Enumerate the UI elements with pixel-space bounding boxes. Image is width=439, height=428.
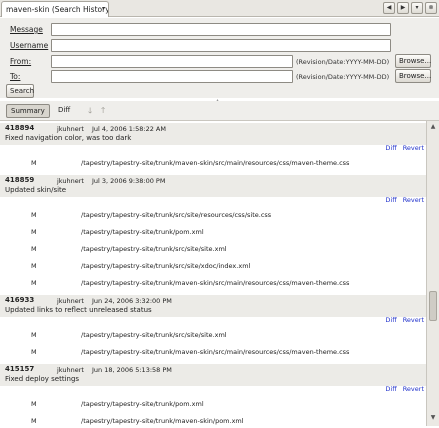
file-action: M — [31, 211, 37, 219]
entry-header[interactable]: 418859 jkuhnert Jul 3, 2006 9:38:00 PM Upda… — [0, 175, 426, 197]
file-path: /tapestry/tapestry-site/trunk/pom.xml — [81, 400, 204, 408]
author: jkuhnert — [57, 297, 84, 305]
file-action: M — [31, 279, 37, 287]
diff-link[interactable]: Diff — [385, 144, 396, 152]
scroll-up-icon[interactable]: ▲ — [428, 123, 438, 133]
file-action: M — [31, 400, 37, 408]
entry-links: Diff Revert — [379, 144, 424, 152]
search-button[interactable]: Search — [6, 84, 34, 98]
file-path: /tapestry/tapestry-site/trunk/src/site/x… — [81, 262, 251, 270]
arrow-up-icon[interactable]: 🡑 — [101, 105, 105, 119]
commit-date: Jun 24, 2006 3:32:00 PM — [92, 297, 172, 305]
revert-link[interactable]: Revert — [403, 316, 424, 324]
file-path: /tapestry/tapestry-site/trunk/src/site/r… — [81, 211, 272, 219]
entry-header[interactable]: 418894 jkuhnert Jul 4, 2006 1:58:22 AM Fixe… — [0, 123, 426, 145]
chevron-down-icon[interactable]: ▾ — [102, 5, 105, 12]
summary-toggle[interactable]: Summary — [6, 104, 50, 118]
file-action: M — [31, 331, 37, 339]
diff-toggle[interactable]: Diff — [54, 104, 74, 118]
file-row[interactable]: M/tapestry/tapestry-site/trunk/maven-ski… — [0, 155, 426, 172]
revert-link[interactable]: Revert — [403, 144, 424, 152]
file-row[interactable]: M/tapestry/tapestry-site/trunk/src/site/… — [0, 241, 426, 258]
message-label: Message — [10, 25, 43, 34]
author: jkuhnert — [57, 177, 84, 185]
file-action: M — [31, 417, 37, 425]
entry-header[interactable]: 416933 jkuhnert Jun 24, 2006 3:32:00 PM Upd… — [0, 295, 426, 317]
revision-number: 418859 — [5, 176, 35, 184]
vertical-scrollbar[interactable]: ▲ ▼ — [426, 121, 439, 426]
file-path: /tapestry/tapestry-site/trunk/maven-skin… — [81, 279, 350, 287]
file-action: M — [31, 262, 37, 270]
tab-bar: maven-skin (Search History) ▾ ◀ ▶ ▾ ⊗ — [0, 0, 439, 17]
file-action: M — [31, 228, 37, 236]
file-row[interactable]: M/tapestry/tapestry-site/trunk/pom.xml — [0, 224, 426, 241]
file-path: /tapestry/tapestry-site/trunk/src/site/s… — [81, 331, 227, 339]
message-input[interactable] — [51, 23, 391, 36]
file-row[interactable]: M/tapestry/tapestry-site/trunk/src/site/… — [0, 327, 426, 344]
author: jkuhnert — [57, 366, 84, 374]
commit-message: Updated skin/site — [5, 186, 67, 194]
file-action: M — [31, 245, 37, 253]
diff-link[interactable]: Diff — [385, 385, 396, 393]
to-hint: (Revision/Date:YYYY-MM-DD) — [296, 73, 390, 81]
commit-message: Fixed deploy settings — [5, 375, 80, 383]
from-label: From: — [10, 57, 32, 66]
file-path: /tapestry/tapestry-site/trunk/pom.xml — [81, 228, 204, 236]
file-row[interactable]: M/tapestry/tapestry-site/trunk/maven-ski… — [0, 275, 426, 292]
file-row[interactable]: M/tapestry/tapestry-site/trunk/maven-ski… — [0, 344, 426, 361]
file-action: M — [31, 159, 37, 167]
to-input[interactable] — [51, 70, 293, 83]
tab-search-history[interactable]: maven-skin (Search History) ▾ — [1, 1, 109, 17]
file-path: /tapestry/tapestry-site/trunk/maven-skin… — [81, 159, 350, 167]
menu-icon[interactable]: ▾ — [411, 2, 423, 14]
entry-links: Diff Revert — [379, 316, 424, 324]
commit-date: Jul 4, 2006 1:58:22 AM — [92, 125, 166, 133]
commit-date: Jul 3, 2006 9:38:00 PM — [92, 177, 166, 185]
revision-number: 415157 — [5, 365, 35, 373]
arrow-down-icon[interactable]: 🡓 — [88, 105, 92, 119]
file-path: /tapestry/tapestry-site/trunk/maven-skin… — [81, 348, 350, 356]
username-label: Username — [10, 41, 49, 50]
history-list: 418894 jkuhnert Jul 4, 2006 1:58:22 AM Fixe… — [0, 121, 426, 426]
commit-date: Jun 18, 2006 5:13:58 PM — [92, 366, 172, 374]
file-row[interactable]: M/tapestry/tapestry-site/trunk/src/site/… — [0, 207, 426, 224]
from-input[interactable] — [51, 55, 293, 68]
results-toolbar: Summary Diff 🡓 🡑 — [0, 101, 439, 121]
from-browse-button[interactable]: Browse... — [395, 54, 431, 68]
close-icon[interactable]: ⊗ — [425, 2, 437, 14]
tab-title: maven-skin (Search History) — [6, 5, 109, 14]
commit-message: Fixed navigation color, was too dark — [5, 134, 132, 142]
diff-link[interactable]: Diff — [385, 316, 396, 324]
search-form: Message Username From: (Revision/Date:YY… — [0, 18, 439, 98]
author: jkuhnert — [57, 125, 84, 133]
revert-link[interactable]: Revert — [403, 385, 424, 393]
file-path: /tapestry/tapestry-site/trunk/maven-skin… — [81, 417, 244, 425]
entry-links: Diff Revert — [379, 385, 424, 393]
scroll-down-icon[interactable]: ▼ — [428, 414, 438, 424]
file-row[interactable]: M/tapestry/tapestry-site/trunk/src/site/… — [0, 258, 426, 275]
forward-icon[interactable]: ▶ — [397, 2, 409, 14]
diff-link[interactable]: Diff — [385, 196, 396, 204]
entry-links: Diff Revert — [379, 196, 424, 204]
to-label: To: — [10, 72, 21, 81]
from-hint: (Revision/Date:YYYY-MM-DD) — [296, 58, 390, 66]
tab-controls: ◀ ▶ ▾ ⊗ — [383, 2, 437, 14]
file-path: /tapestry/tapestry-site/trunk/src/site/s… — [81, 245, 227, 253]
entry-header[interactable]: 415157 jkuhnert Jun 18, 2006 5:13:58 PM Fix… — [0, 364, 426, 386]
file-row[interactable]: M/tapestry/tapestry-site/trunk/pom.xml — [0, 396, 426, 413]
revision-number: 416933 — [5, 296, 35, 304]
back-icon[interactable]: ◀ — [383, 2, 395, 14]
to-browse-button[interactable]: Browse... — [395, 69, 431, 83]
revision-number: 418894 — [5, 124, 35, 132]
revert-link[interactable]: Revert — [403, 196, 424, 204]
scrollbar-thumb[interactable] — [429, 291, 437, 321]
file-row[interactable]: M/tapestry/tapestry-site/trunk/maven-ski… — [0, 413, 426, 426]
username-input[interactable] — [51, 39, 391, 52]
commit-message: Updated links to reflect unreleased stat… — [5, 306, 152, 314]
file-action: M — [31, 348, 37, 356]
